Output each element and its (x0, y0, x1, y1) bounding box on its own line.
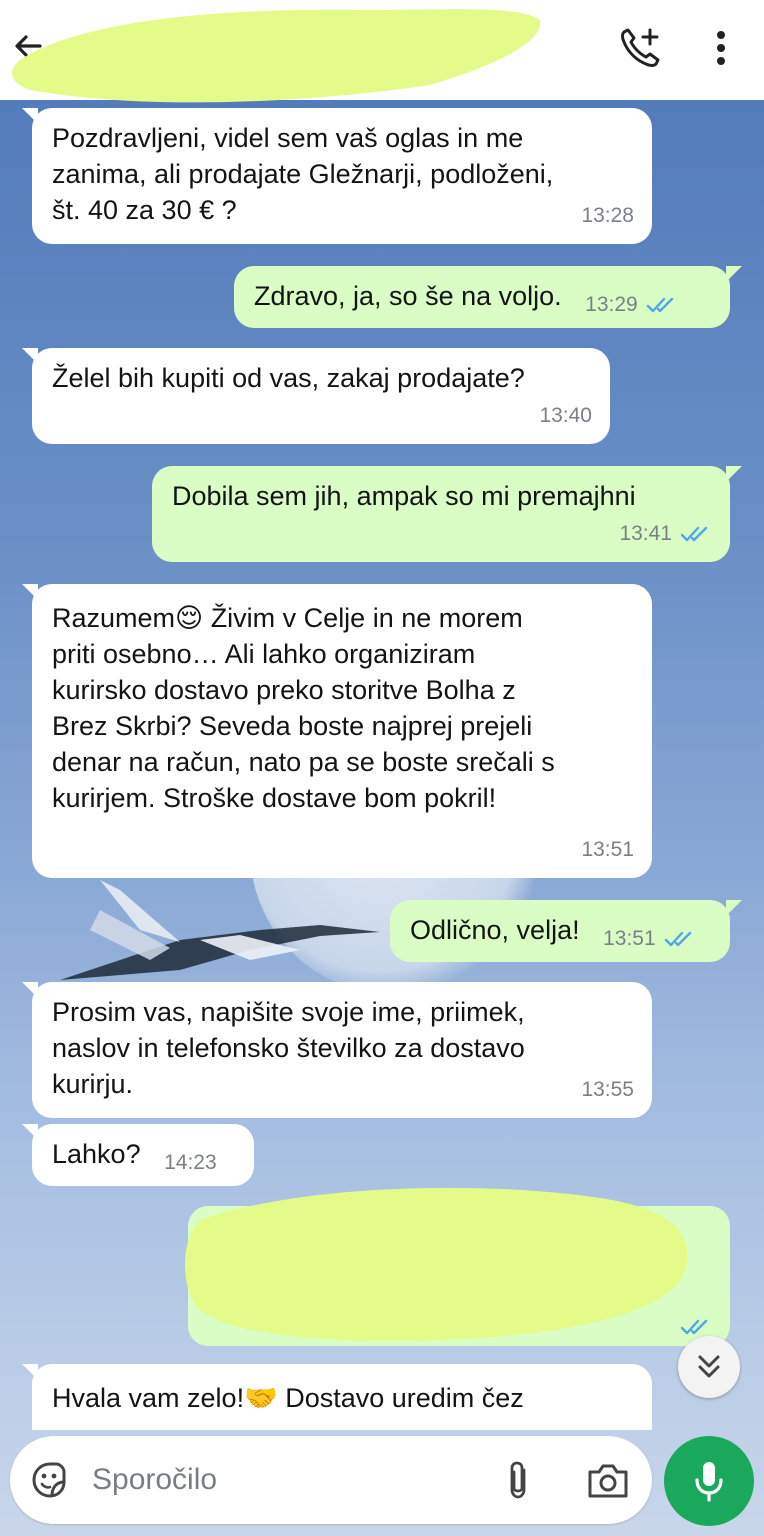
message-time: 13:28 (581, 204, 634, 227)
message-text: Prosim vas, napišite svoje ime, priimek,… (52, 997, 525, 1099)
message-text: Zdravo, ja, so še na voljo. (254, 281, 562, 311)
message-time: 14:23 (164, 1151, 217, 1174)
message-incoming[interactable]: Pozdravljeni, videl sem vaš oglas in me … (22, 108, 652, 244)
message-redaction-overlay (185, 1187, 688, 1341)
microphone-button[interactable] (664, 1436, 754, 1526)
paperclip-icon[interactable] (500, 1458, 536, 1502)
more-vertical-icon[interactable] (703, 28, 739, 68)
message-text: Hvala vam zelo!🤝 Dostavo uredim čez (52, 1380, 632, 1416)
double-check-icon (646, 297, 673, 313)
message-outgoing[interactable]: Dobila sem jih, ampak so mi premajhni 13… (152, 466, 742, 562)
message-incoming[interactable]: Prosim vas, napišite svoje ime, priimek,… (22, 982, 652, 1118)
message-incoming[interactable]: Hvala vam zelo!🤝 Dostavo uredim čez (22, 1364, 652, 1430)
sticker-icon[interactable] (30, 1460, 70, 1500)
message-text: Pozdravljeni, videl sem vaš oglas in me … (52, 123, 554, 225)
name-redaction-overlay (11, 9, 541, 103)
message-text-start: Razumem (52, 603, 176, 633)
bottom-edge (0, 1530, 764, 1536)
message-composer (10, 1436, 652, 1524)
wallpaper-crane (60, 880, 380, 980)
message-time: 13:40 (539, 404, 592, 427)
camera-icon[interactable] (586, 1460, 630, 1500)
message-incoming[interactable]: Lahko? 14:23 (22, 1124, 254, 1186)
message-meta: 13:55 (581, 1072, 634, 1108)
message-text: Razumem😌 Živim v Celje in ne morem priti… (52, 600, 632, 816)
message-meta: 13:41 (619, 516, 712, 552)
message-text: Lahko? (52, 1139, 141, 1169)
message-meta: 14:23 (164, 1145, 217, 1181)
message-input[interactable] (92, 1458, 472, 1502)
message-time: 13:29 (585, 293, 638, 316)
message-time: 13:41 (619, 522, 672, 545)
message-meta: 13:28 (581, 198, 634, 234)
message-time: 13:51 (581, 838, 634, 861)
message-meta: 13:51 (603, 921, 696, 957)
message-meta: 13:40 (539, 398, 592, 434)
message-time: 13:55 (581, 1078, 634, 1101)
message-text: Želel bih kupiti od vas, zakaj prodajate… (52, 363, 525, 393)
double-check-icon (680, 526, 708, 542)
message-outgoing[interactable]: Zdravo, ja, so še na voljo. 13:29 (234, 266, 742, 328)
microphone-icon (695, 1462, 723, 1502)
message-incoming[interactable]: Razumem😌 Živim v Celje in ne morem priti… (22, 584, 652, 878)
relieved-face-emoji: 😌 (175, 603, 204, 633)
double-chevron-down-icon (698, 1355, 720, 1378)
message-outgoing[interactable]: Odlično, velja! 13:51 (390, 900, 742, 962)
double-check-icon (664, 931, 691, 947)
message-incoming[interactable]: Želel bih kupiti od vas, zakaj prodajate… (22, 348, 610, 444)
add-call-icon[interactable] (614, 24, 664, 74)
message-meta: 13:29 (585, 287, 678, 323)
message-text: Dobila sem jih, ampak so mi premajhni (172, 481, 636, 511)
message-meta: 13:51 (581, 832, 634, 868)
message-time: 13:51 (603, 927, 656, 950)
message-text-rest: Živim v Celje in ne morem priti osebno… … (52, 603, 555, 813)
handshake-emoji: 🤝 (244, 1383, 278, 1413)
message-text-rest: Dostavo uredim čez (277, 1383, 524, 1413)
message-text-start: Hvala vam zelo! (52, 1383, 245, 1413)
chat-header (0, 0, 764, 103)
message-text: Odlično, velja! (410, 915, 580, 945)
scroll-to-bottom-button[interactable] (678, 1336, 740, 1398)
